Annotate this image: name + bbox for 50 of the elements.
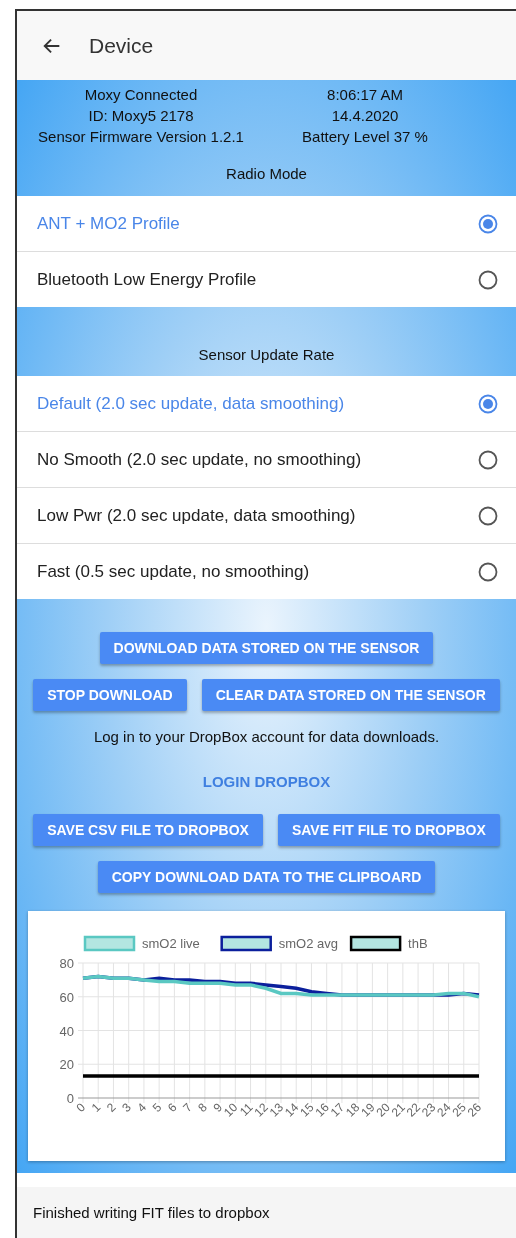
radio-button[interactable] [478, 393, 498, 414]
info-text: Log in to your DropBox account for data downloads. [93, 728, 440, 745]
axis-label: 8 [195, 1100, 210, 1115]
screen-title: Device [89, 33, 154, 58]
action-button[interactable]: DOWNLOAD DATA STORED ON THE SENSOR [99, 632, 434, 664]
radio-button[interactable] [478, 449, 498, 470]
axis-label: 0 [73, 1100, 89, 1115]
axis-label: 0 [66, 1091, 74, 1106]
radio-option[interactable]: Bluetooth Low Energy Profile [17, 252, 516, 307]
axis-label: 20 [59, 1057, 74, 1073]
info-text: Battery Level 37 % [302, 127, 428, 147]
status-text: Finished writing FIT files to dropbox [17, 1187, 516, 1238]
action-button[interactable]: SAVE CSV FILE TO DROPBOX [33, 814, 263, 846]
radio-button[interactable] [478, 505, 498, 526]
radio-option[interactable]: ANT + MO2 Profile [17, 196, 516, 252]
legend-label: smO2 avg [278, 936, 338, 951]
info-text: 8:06:17 AM [327, 85, 403, 105]
info-text: 14.4.2020 [331, 106, 399, 126]
axis-label: 5 [149, 1100, 165, 1115]
axis-label: 2 [103, 1100, 119, 1115]
radio-option[interactable]: Default (2.0 sec update, data smoothing) [17, 376, 516, 432]
axis-label: 60 [59, 989, 74, 1005]
info-text: ID: Moxy5 2178 [88, 106, 194, 126]
axis-label: 4 [134, 1100, 150, 1115]
radio-option[interactable]: Fast (0.5 sec update, no smoothing) [17, 544, 516, 599]
legend-label: smO2 live [142, 936, 200, 951]
action-button[interactable]: COPY DOWNLOAD DATA TO THE CLIPBOARD [97, 861, 436, 893]
axis-label: 1 [88, 1100, 104, 1115]
radio-option[interactable]: Low Pwr (2.0 sec update, data smoothing) [17, 488, 516, 544]
axis-label: 7 [180, 1100, 195, 1115]
radio-button[interactable] [478, 561, 498, 582]
login-link[interactable]: LOGIN DROPBOX [202, 773, 331, 790]
action-button[interactable]: STOP DOWNLOAD [33, 679, 187, 711]
radio-button[interactable] [478, 213, 498, 234]
radio-button[interactable] [478, 269, 498, 290]
legend-swatch [83, 935, 136, 952]
action-button[interactable]: SAVE FIT FILE TO DROPBOX [277, 814, 500, 846]
section-heading: Sensor Update Rate [197, 346, 336, 363]
axis-label: 80 [59, 956, 74, 971]
section-heading: Radio Mode [225, 165, 308, 182]
radio-option[interactable]: No Smooth (2.0 sec update, no smoothing) [17, 432, 516, 488]
axis-label: 3 [119, 1100, 134, 1115]
legend-swatch [220, 935, 272, 952]
legend-swatch [349, 935, 402, 952]
axis-label: 40 [59, 1023, 74, 1039]
info-text: Moxy Connected [84, 85, 198, 105]
legend-label: thB [408, 936, 428, 951]
action-button[interactable]: CLEAR DATA STORED ON THE SENSOR [201, 679, 500, 711]
axis-label: 6 [164, 1100, 180, 1115]
info-text: Sensor Firmware Version 1.2.1 [38, 127, 244, 147]
